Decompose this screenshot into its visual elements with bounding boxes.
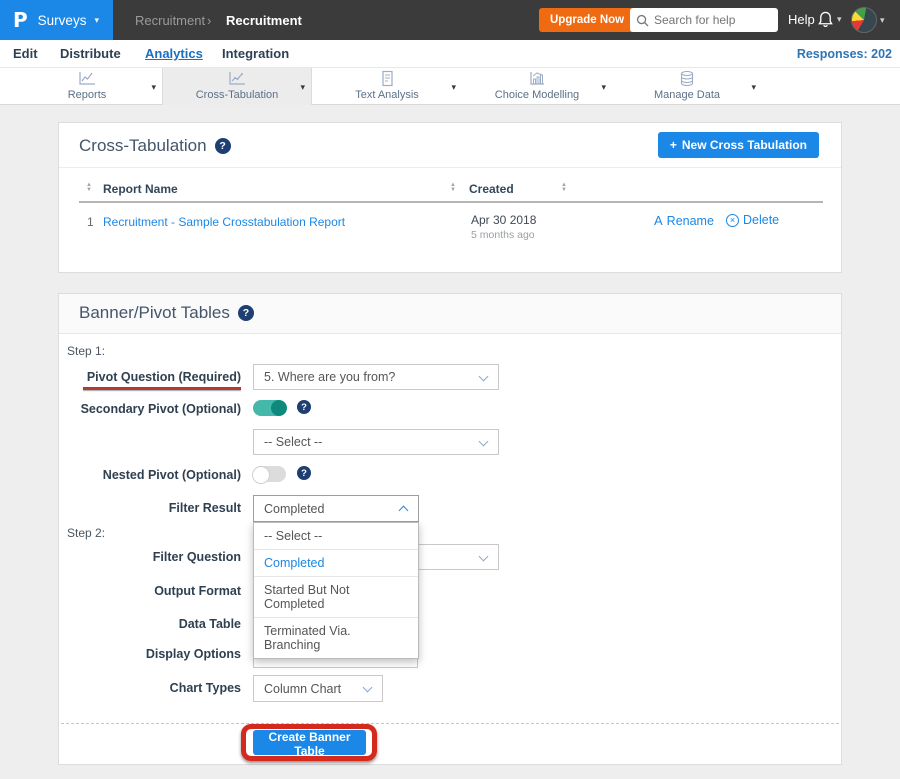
filter-question-label: Filter Question (59, 550, 241, 564)
toolbar-item-choice-modelling[interactable]: Choice Modelling ▾ (462, 68, 612, 105)
help-icon[interactable]: ? (297, 400, 311, 414)
cross-tabulation-title: Cross-Tabulation (79, 136, 207, 156)
tab-integration[interactable]: Integration (222, 46, 289, 61)
chevron-down-icon: ▾ (837, 14, 842, 25)
secondary-pivot-toggle[interactable] (253, 400, 286, 416)
product-name: Surveys (38, 13, 87, 28)
surveys-menu[interactable]: P Surveys ▾ (0, 0, 113, 40)
search-input[interactable] (654, 13, 772, 27)
new-cross-tabulation-button[interactable]: +New Cross Tabulation (658, 132, 819, 158)
breadcrumb-parent[interactable]: Recruitment (135, 13, 205, 28)
dashed-divider (61, 723, 839, 724)
sort-icon[interactable]: ▲▼ (561, 183, 567, 193)
chevron-down-icon: ▾ (151, 82, 156, 93)
rename-icon: A (654, 213, 663, 228)
chevron-down-icon: ▾ (300, 82, 305, 93)
nested-pivot-label: Nested Pivot (Optional) (59, 468, 241, 482)
help-icon[interactable]: ? (297, 466, 311, 480)
created-date: Apr 30 2018 (471, 213, 536, 227)
chevron-down-icon (363, 683, 373, 693)
sort-icon[interactable]: ▲▼ (86, 183, 92, 193)
analytics-toolbar: Reports ▾ Cross-Tabulation ▾ Text Analys… (0, 68, 900, 105)
banner-pivot-title: Banner/Pivot Tables (79, 303, 230, 323)
red-underline-annotation (83, 387, 241, 390)
help-search (630, 8, 778, 32)
step2-label: Step 2: (67, 526, 105, 540)
choice-modelling-icon (462, 70, 612, 87)
delete-icon: × (726, 214, 739, 227)
upgrade-now-button[interactable]: Upgrade Now (539, 8, 635, 32)
account-menu[interactable]: ▾ (851, 7, 885, 33)
dropdown-option-terminated-branching[interactable]: Terminated Via. Branching (254, 617, 418, 658)
filter-result-select[interactable]: Completed (253, 495, 419, 522)
table-header-divider (79, 201, 823, 203)
questionpro-logo: P (13, 8, 28, 32)
top-bar: P Surveys ▾ Recruitment › Recruitment Up… (0, 0, 900, 40)
chart-types-label: Chart Types (59, 681, 241, 695)
filter-result-dropdown-menu: -- Select -- Completed Started But Not C… (253, 522, 419, 659)
secondary-pivot-label: Secondary Pivot (Optional) (59, 402, 241, 416)
database-icon (612, 70, 762, 87)
toolbar-item-manage-data[interactable]: Manage Data ▾ (612, 68, 762, 105)
bell-icon (817, 10, 834, 29)
panel-header: Banner/Pivot Tables ? (59, 294, 841, 334)
dropdown-option-completed[interactable]: Completed (254, 549, 418, 576)
plus-icon: + (670, 138, 677, 152)
column-header-report-name[interactable]: Report Name (103, 182, 178, 196)
divider (59, 167, 841, 168)
chevron-up-icon (399, 506, 409, 516)
chart-types-select[interactable]: Column Chart (253, 675, 383, 702)
delete-button[interactable]: × Delete (726, 213, 779, 227)
breadcrumb-separator-icon: › (207, 13, 211, 28)
chevron-down-icon: ▾ (451, 82, 456, 93)
dropdown-option-started-not-completed[interactable]: Started But Not Completed (254, 576, 418, 617)
display-options-label: Display Options (59, 647, 241, 661)
secondary-pivot-select[interactable]: -- Select -- (253, 429, 499, 455)
dropdown-option-select[interactable]: -- Select -- (254, 523, 418, 549)
text-analysis-icon (312, 70, 462, 87)
filter-result-label: Filter Result (59, 501, 241, 515)
created-ago: 5 months ago (471, 229, 535, 241)
step1-label: Step 1: (67, 344, 105, 358)
row-index: 1 (87, 215, 94, 229)
output-format-label: Output Format (59, 584, 241, 598)
banner-pivot-panel: Banner/Pivot Tables ? Step 1: Pivot Ques… (58, 293, 842, 765)
create-banner-table-button[interactable]: Create Banner Table (253, 730, 366, 755)
pivot-question-select[interactable]: 5. Where are you from? (253, 364, 499, 390)
rename-button[interactable]: A Rename (654, 213, 714, 228)
chevron-down-icon (479, 437, 489, 447)
responses-count[interactable]: Responses: 202 (797, 47, 892, 61)
nested-pivot-toggle[interactable] (253, 466, 286, 482)
column-header-created[interactable]: Created (469, 182, 514, 196)
chevron-down-icon: ▾ (601, 82, 606, 93)
chevron-down-icon: ▾ (751, 82, 756, 93)
help-icon[interactable]: ? (215, 138, 231, 154)
toolbar-item-text-analysis[interactable]: Text Analysis ▾ (312, 68, 462, 105)
report-link[interactable]: Recruitment - Sample Crosstabulation Rep… (103, 215, 345, 229)
chevron-down-icon: ▾ (880, 15, 885, 26)
pivot-question-label: Pivot Question (Required) (59, 370, 241, 384)
help-icon[interactable]: ? (238, 305, 254, 321)
toolbar-item-cross-tabulation[interactable]: Cross-Tabulation ▾ (162, 68, 312, 105)
data-table-label: Data Table (59, 617, 241, 631)
avatar (851, 7, 877, 33)
chevron-down-icon (479, 372, 489, 382)
notifications-menu[interactable]: ▾ (817, 10, 842, 29)
cross-tabulation-panel: Cross-Tabulation ? +New Cross Tabulation… (58, 122, 842, 273)
line-chart-icon (12, 70, 162, 87)
breadcrumb-current: Recruitment (226, 13, 302, 28)
crosstab-chart-icon (163, 70, 311, 87)
search-icon (636, 14, 649, 27)
tab-distribute[interactable]: Distribute (60, 46, 121, 61)
chevron-down-icon (479, 552, 489, 562)
chevron-down-icon: ▾ (94, 15, 99, 26)
sort-icon[interactable]: ▲▼ (450, 183, 456, 193)
help-link[interactable]: Help (788, 12, 815, 27)
toolbar-item-reports[interactable]: Reports ▾ (12, 68, 162, 105)
tab-edit[interactable]: Edit (13, 46, 38, 61)
tab-analytics[interactable]: Analytics (145, 46, 203, 61)
main-tabs: Edit Distribute Analytics Integration Re… (0, 40, 900, 68)
